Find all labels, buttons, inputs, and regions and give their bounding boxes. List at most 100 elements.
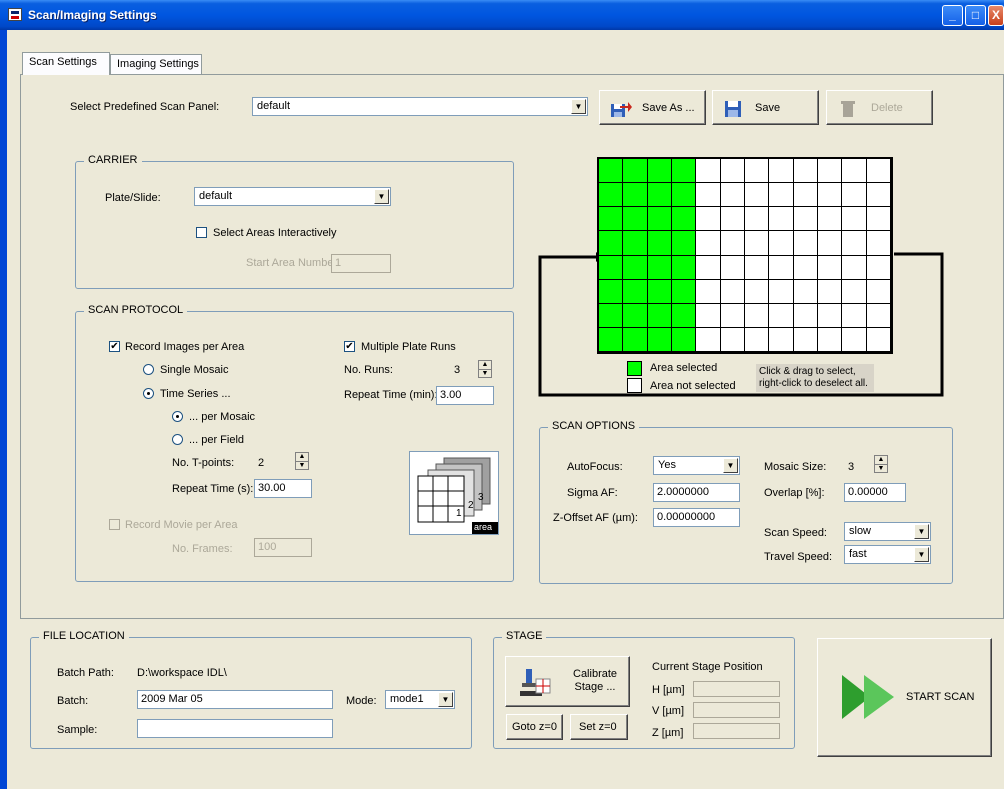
plate-grid-cell[interactable] xyxy=(720,183,745,208)
plate-grid-cell[interactable] xyxy=(672,159,697,184)
plate-grid-cell[interactable] xyxy=(866,279,891,304)
plate-grid-cell[interactable] xyxy=(696,231,721,256)
plate-grid-cell[interactable] xyxy=(818,159,843,184)
plate-grid-cell[interactable] xyxy=(745,303,770,328)
save-as-button[interactable]: Save As ... xyxy=(599,90,706,125)
plate-grid-cell[interactable] xyxy=(599,255,624,280)
multiple-plate-runs-checkbox[interactable]: ✔ xyxy=(344,341,355,352)
start-area-input[interactable]: 1 xyxy=(331,254,391,273)
plate-grid-cell[interactable] xyxy=(842,327,867,352)
plate-grid-cell[interactable] xyxy=(599,159,624,184)
record-movie-checkbox[interactable] xyxy=(109,519,120,530)
plate-grid-cell[interactable] xyxy=(745,159,770,184)
plate-grid-cell[interactable] xyxy=(745,255,770,280)
plate-grid-cell[interactable] xyxy=(647,159,672,184)
plate-grid-cell[interactable] xyxy=(696,279,721,304)
single-mosaic-radio[interactable] xyxy=(143,364,154,375)
repeat-time-min-input[interactable]: 3.00 xyxy=(436,386,494,405)
plate-grid-cell[interactable] xyxy=(793,327,818,352)
plate-grid-cell[interactable] xyxy=(842,279,867,304)
close-button[interactable]: X xyxy=(988,5,1004,26)
no-runs-spinner[interactable] xyxy=(478,360,492,378)
calibrate-stage-button[interactable]: Calibrate Stage ... xyxy=(505,656,630,707)
travel-speed-select[interactable]: fast ▼ xyxy=(844,545,931,564)
plate-grid-cell[interactable] xyxy=(647,255,672,280)
plate-grid-cell[interactable] xyxy=(769,303,794,328)
plate-grid-cell[interactable] xyxy=(745,207,770,232)
plate-grid-cell[interactable] xyxy=(745,279,770,304)
plate-grid-cell[interactable] xyxy=(720,207,745,232)
mosaic-size-spinner[interactable] xyxy=(874,455,888,473)
plate-grid-cell[interactable] xyxy=(647,183,672,208)
plate-grid-cell[interactable] xyxy=(866,231,891,256)
plate-grid-cell[interactable] xyxy=(769,327,794,352)
plate-grid-cell[interactable] xyxy=(842,255,867,280)
plate-grid-cell[interactable] xyxy=(745,231,770,256)
plate-slide-select[interactable]: default ▼ xyxy=(194,187,391,206)
plate-grid-cell[interactable] xyxy=(842,183,867,208)
plate-grid-cell[interactable] xyxy=(866,303,891,328)
plate-grid-cell[interactable] xyxy=(842,159,867,184)
plate-grid-cell[interactable] xyxy=(599,327,624,352)
plate-grid-cell[interactable] xyxy=(842,303,867,328)
tpoints-spinner[interactable] xyxy=(295,452,309,470)
plate-grid-cell[interactable] xyxy=(720,303,745,328)
select-areas-interactively-checkbox[interactable] xyxy=(196,227,207,238)
plate-grid-cell[interactable] xyxy=(720,327,745,352)
plate-grid-cell[interactable] xyxy=(599,183,624,208)
start-scan-button[interactable]: START SCAN xyxy=(817,638,992,757)
plate-grid-cell[interactable] xyxy=(647,279,672,304)
plate-grid-cell[interactable] xyxy=(696,303,721,328)
record-images-checkbox[interactable]: ✔ xyxy=(109,341,120,352)
plate-grid-cell[interactable] xyxy=(720,231,745,256)
plate-grid-cell[interactable] xyxy=(769,207,794,232)
plate-grid-cell[interactable] xyxy=(672,207,697,232)
plate-grid-cell[interactable] xyxy=(793,159,818,184)
repeat-time-s-input[interactable]: 30.00 xyxy=(254,479,312,498)
plate-grid-cell[interactable] xyxy=(866,159,891,184)
sigma-af-input[interactable]: 2.0000000 xyxy=(653,483,740,502)
plate-grid-cell[interactable] xyxy=(623,159,648,184)
plate-grid-cell[interactable] xyxy=(623,303,648,328)
plate-grid-cell[interactable] xyxy=(599,231,624,256)
plate-grid-cell[interactable] xyxy=(793,303,818,328)
plate-grid-cell[interactable] xyxy=(672,183,697,208)
plate-grid-cell[interactable] xyxy=(696,255,721,280)
plate-grid-cell[interactable] xyxy=(647,207,672,232)
plate-grid-cell[interactable] xyxy=(623,327,648,352)
plate-grid-cell[interactable] xyxy=(672,327,697,352)
plate-grid-cell[interactable] xyxy=(818,255,843,280)
plate-grid-cell[interactable] xyxy=(696,183,721,208)
plate-grid-cell[interactable] xyxy=(720,255,745,280)
plate-grid-cell[interactable] xyxy=(793,255,818,280)
plate-grid-cell[interactable] xyxy=(818,327,843,352)
plate-grid-cell[interactable] xyxy=(842,207,867,232)
plate-grid-cell[interactable] xyxy=(745,183,770,208)
scan-speed-select[interactable]: slow ▼ xyxy=(844,522,931,541)
plate-grid-cell[interactable] xyxy=(696,159,721,184)
plate-grid-cell[interactable] xyxy=(647,231,672,256)
tab-imaging-settings[interactable]: Imaging Settings xyxy=(110,54,202,74)
plate-grid-cell[interactable] xyxy=(818,231,843,256)
plate-grid-cell[interactable] xyxy=(866,255,891,280)
plate-grid-cell[interactable] xyxy=(623,231,648,256)
per-field-radio[interactable] xyxy=(172,434,183,445)
plate-grid-cell[interactable] xyxy=(818,183,843,208)
plate-grid-cell[interactable] xyxy=(696,207,721,232)
no-frames-input[interactable]: 100 xyxy=(254,538,312,557)
plate-grid-cell[interactable] xyxy=(672,231,697,256)
plate-grid-cell[interactable] xyxy=(842,231,867,256)
scan-panel-select[interactable]: default ▼ xyxy=(252,97,588,116)
sample-input[interactable] xyxy=(137,719,333,738)
plate-grid-cell[interactable] xyxy=(720,159,745,184)
overlap-input[interactable]: 0.00000 xyxy=(844,483,906,502)
plate-grid-cell[interactable] xyxy=(623,279,648,304)
plate-grid-cell[interactable] xyxy=(866,327,891,352)
save-button[interactable]: Save xyxy=(712,90,819,125)
plate-grid-cell[interactable] xyxy=(793,231,818,256)
plate-grid-cell[interactable] xyxy=(818,303,843,328)
plate-grid-cell[interactable] xyxy=(623,207,648,232)
plate-grid-cell[interactable] xyxy=(623,255,648,280)
plate-grid-cell[interactable] xyxy=(769,183,794,208)
plate-grid-cell[interactable] xyxy=(769,231,794,256)
